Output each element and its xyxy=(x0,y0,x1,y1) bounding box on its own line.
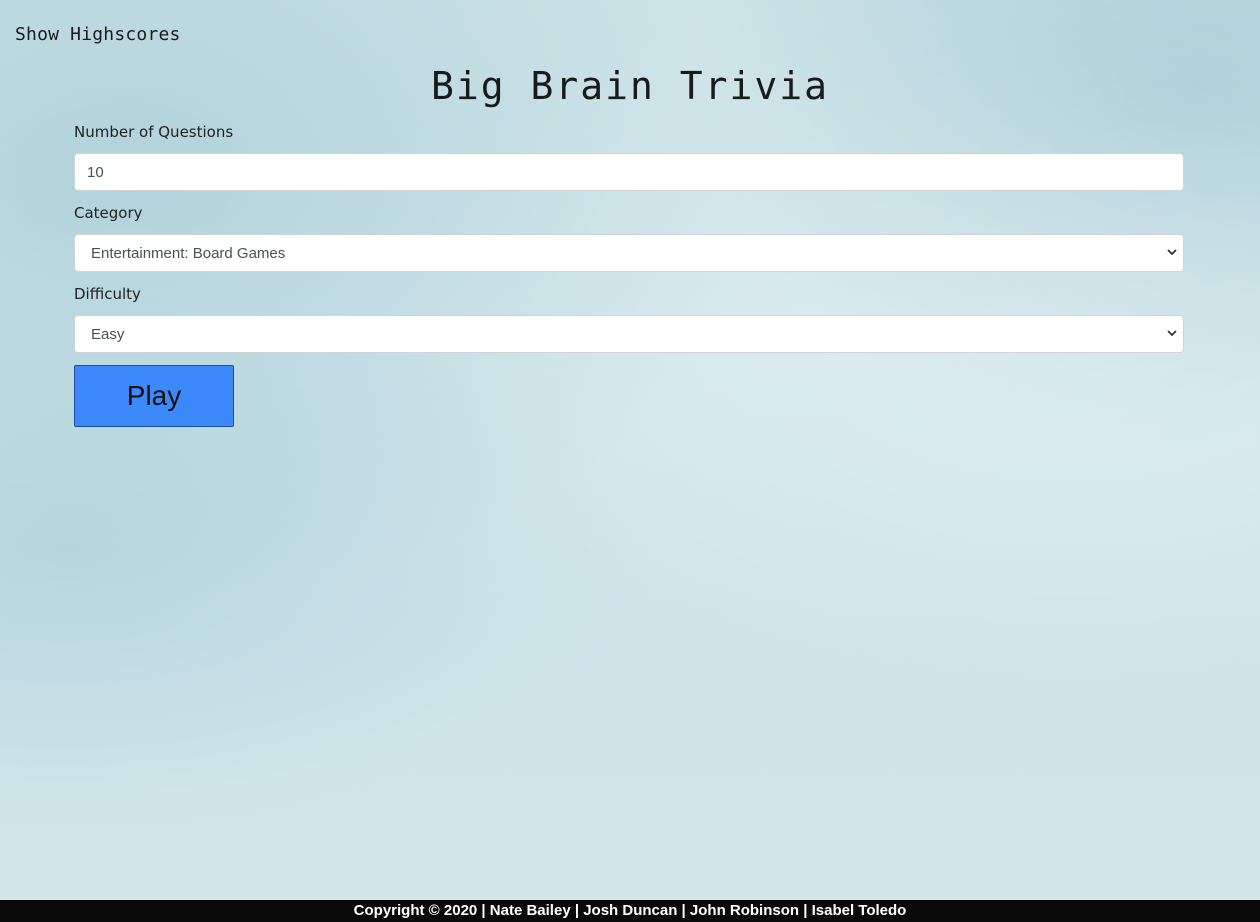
category-label: Category xyxy=(74,204,143,222)
number-of-questions-value: 10 xyxy=(87,163,104,181)
difficulty-label: Difficulty xyxy=(74,285,141,303)
trivia-settings-form: Number of Questions 10 Category Entertai… xyxy=(74,122,1184,427)
chevron-down-icon xyxy=(1167,247,1177,257)
questions-label: Number of Questions xyxy=(74,123,234,141)
number-of-questions-input[interactable]: 10 xyxy=(74,153,1184,191)
difficulty-select[interactable]: Easy xyxy=(74,315,1184,353)
play-button[interactable]: Play xyxy=(74,365,234,427)
show-highscores-link[interactable]: Show Highscores xyxy=(15,24,181,45)
footer-copyright: Copyright © 2020 | Nate Bailey | Josh Du… xyxy=(0,900,1260,922)
category-selected-value: Entertainment: Board Games xyxy=(91,244,286,262)
page-title: Big Brain Trivia xyxy=(430,64,830,108)
category-select[interactable]: Entertainment: Board Games xyxy=(74,234,1184,272)
difficulty-selected-value: Easy xyxy=(91,325,125,343)
chevron-down-icon xyxy=(1167,328,1177,338)
